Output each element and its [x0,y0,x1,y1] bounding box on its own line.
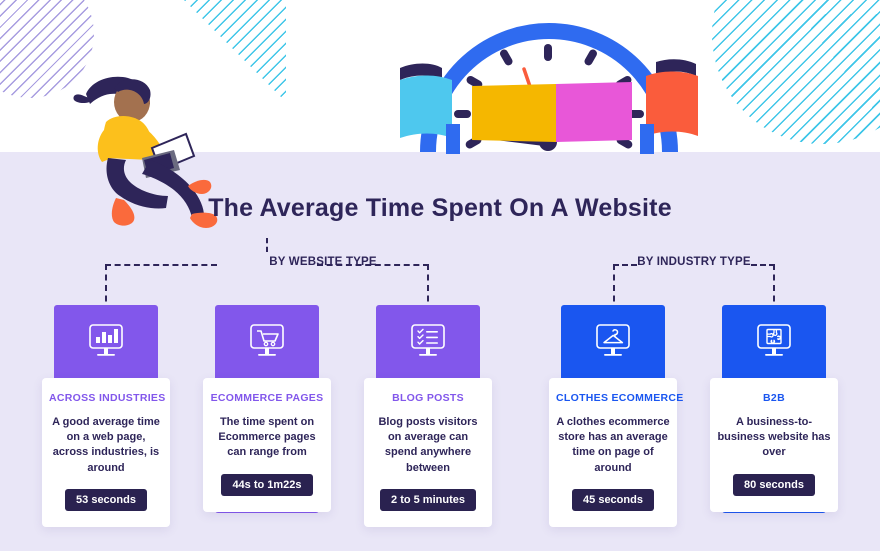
card-value-badge: 45 seconds [572,488,654,511]
card-description: A clothes ecommerce store has an average… [556,416,670,474]
card-category: BLOG POSTS [392,392,464,404]
card-value-badge: 44s to 1m22s [221,473,313,496]
card-description: A business-to-business website has over [717,416,831,459]
card-body: CLOTHES ECOMMERCE A clothes ecommerce st… [549,378,684,527]
card-category: ECOMMERCE PAGES [210,392,324,404]
card-category: CLOTHES ECOMMERCE [556,392,684,404]
card-value-badge: 2 to 5 minutes [380,488,476,511]
card-body: ACROSS INDUSTRIES A good average time on… [42,378,170,527]
card-body: B2B A business-to-business website has o… [710,378,838,512]
monitor-shopping-cart-icon [215,305,319,378]
card-body: ECOMMERCE PAGES The time spent on Ecomme… [203,378,331,512]
page-title: The Average Time Spent On A Website [208,194,672,222]
card-description: Blog posts visitors on average can spend… [378,416,478,474]
monitor-puzzle-icon [722,305,826,378]
card-category: ACROSS INDUSTRIES [49,392,166,404]
card-category: B2B [763,392,785,404]
card-body: BLOG POSTS Blog posts visitors on averag… [364,378,492,527]
infographic: The Average Time Spent On A Website BY W… [0,0,880,551]
card-value-badge: 53 seconds [65,488,147,511]
monitor-checklist-icon [376,305,480,378]
monitor-clothes-hanger-icon [561,305,665,378]
card-description: The time spent on Ecommerce pages can ra… [218,416,316,459]
card-description: A good average time on a web page, acros… [52,416,160,474]
bracket-label-industry-type: BY INDUSTRY TYPE [637,256,751,268]
monitor-bar-chart-icon [54,305,158,378]
bracket-label-website-type: BY WEBSITE TYPE [269,256,377,268]
clock-with-colored-banners-illustration [400,23,698,154]
card-value-badge: 80 seconds [733,473,815,496]
